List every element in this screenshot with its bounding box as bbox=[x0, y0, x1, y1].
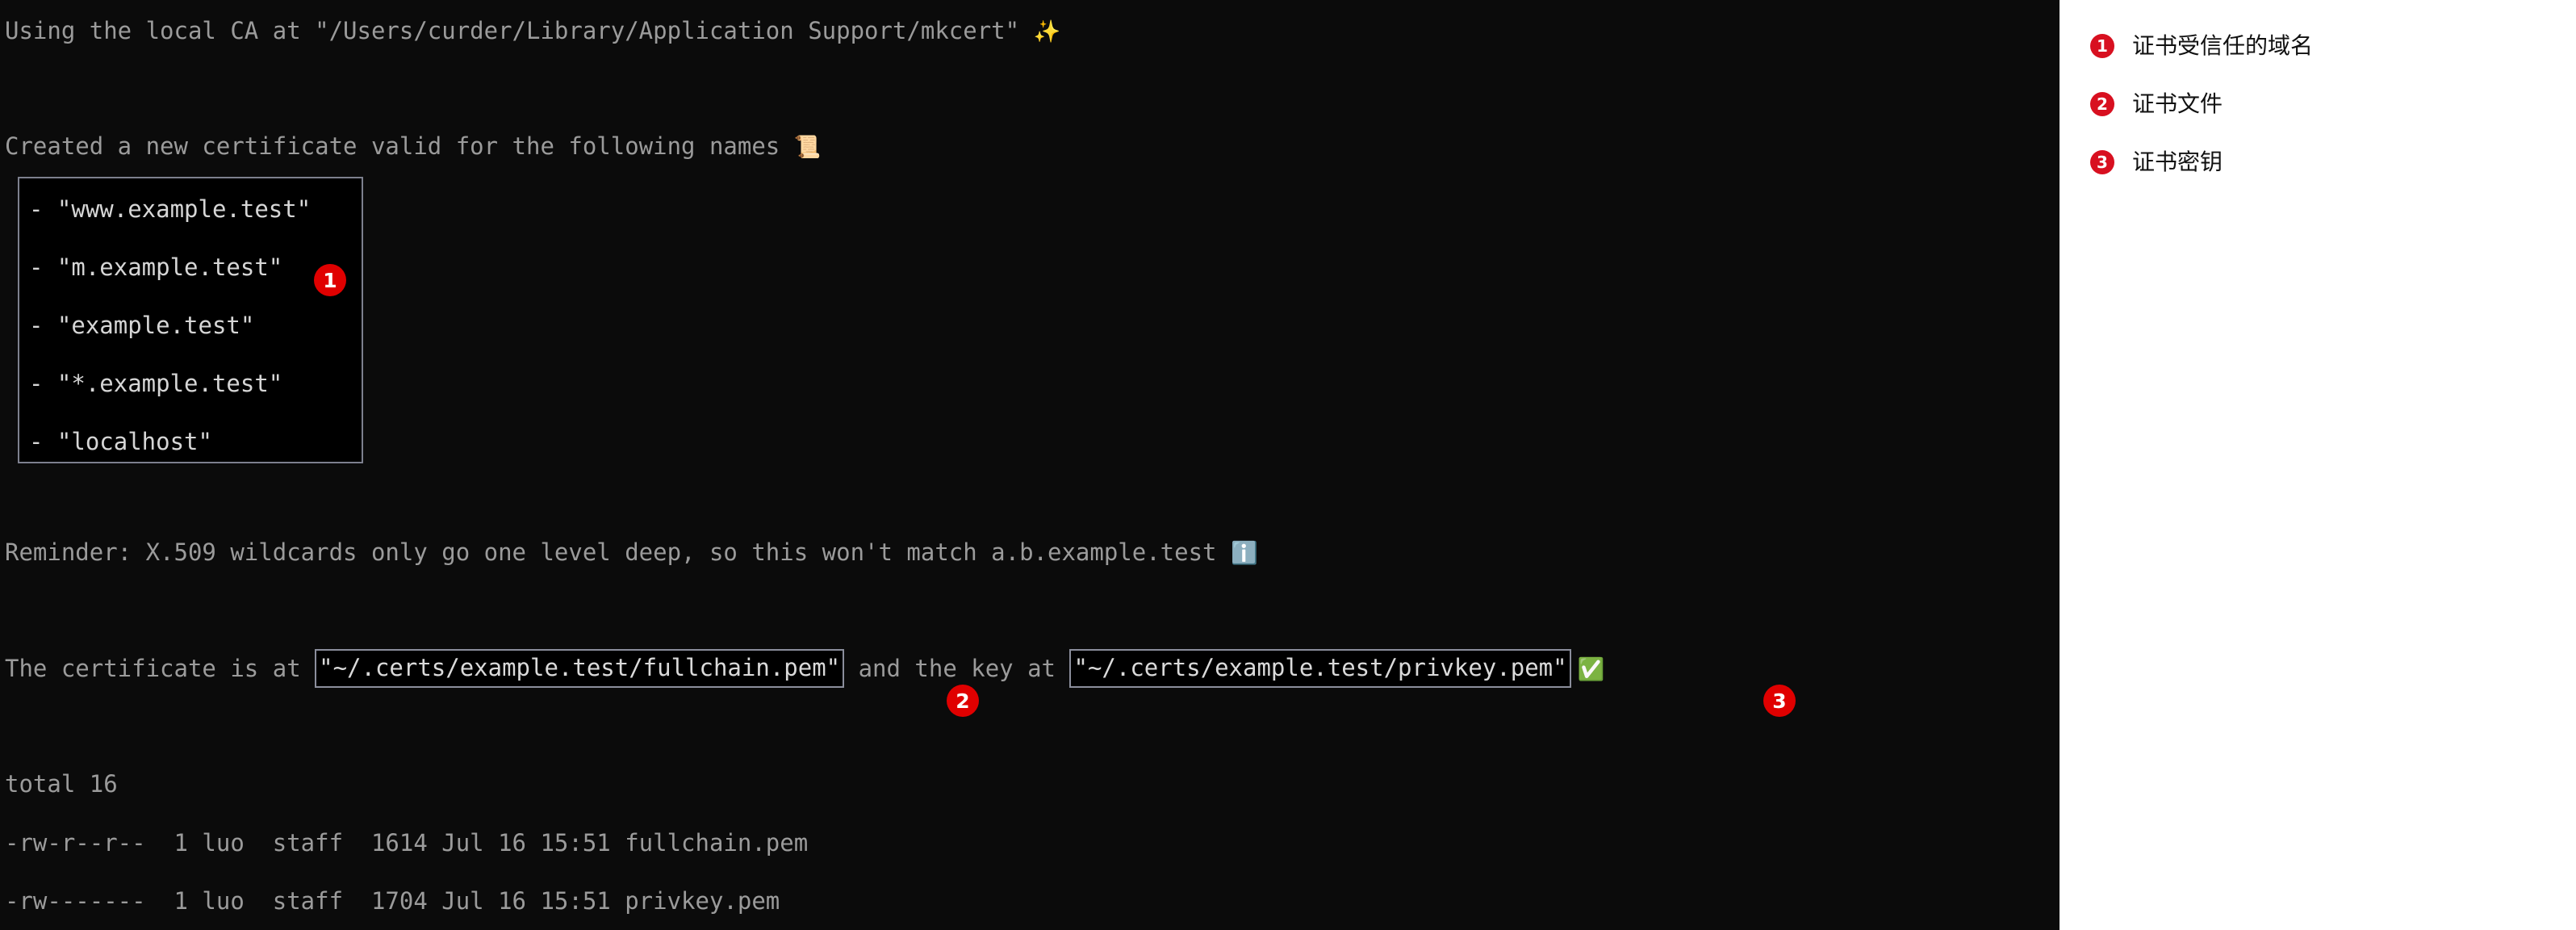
terminal-output-pane[interactable]: Using the local CA at "/Users/curder/Lib… bbox=[0, 0, 2060, 930]
created-certificate-text: Created a new certificate valid for the … bbox=[5, 132, 794, 160]
legend-label-2: 证书文件 bbox=[2132, 90, 2223, 117]
san-list-item: - "m.example.test" bbox=[29, 253, 283, 281]
information-icon: ℹ️ bbox=[1230, 541, 1258, 566]
and-the-key-at-label: and the key at bbox=[844, 655, 1070, 682]
sparkles-icon: ✨ bbox=[1033, 19, 1061, 44]
annotation-badge-3: 3 bbox=[1763, 685, 1796, 717]
terminal-line-certificate-paths: The certificate is at "~/.certs/example.… bbox=[5, 649, 1605, 689]
legend-item-2[interactable]: 2 证书文件 bbox=[2090, 92, 2223, 116]
legend-badge-1: 1 bbox=[2090, 34, 2114, 58]
certificate-path-highlight[interactable]: "~/.certs/example.test/fullchain.pem" bbox=[315, 649, 845, 688]
legend-item-1[interactable]: 1 证书受信任的域名 bbox=[2090, 34, 2313, 58]
legend-label-3: 证书密钥 bbox=[2132, 149, 2223, 175]
terminal-line-ls-privkey: -rw------- 1 luo staff 1704 Jul 16 15:51… bbox=[5, 887, 780, 915]
certificate-is-at-label: The certificate is at bbox=[5, 655, 316, 682]
reminder-text: Reminder: X.509 wildcards only go one le… bbox=[5, 538, 1231, 566]
legend-item-3[interactable]: 3 证书密钥 bbox=[2090, 150, 2223, 174]
san-list-item: - "*.example.test" bbox=[29, 370, 283, 397]
terminal-line-created-certificate: Created a new certificate valid for the … bbox=[5, 132, 821, 162]
terminal-line-ls-fullchain: -rw-r--r-- 1 luo staff 1614 Jul 16 15:51… bbox=[5, 829, 809, 857]
terminal-line-local-ca: Using the local CA at "/Users/curder/Lib… bbox=[5, 16, 1060, 47]
san-names-highlight-box: - "www.example.test" - "m.example.test" … bbox=[18, 177, 363, 463]
san-list-item: - "localhost" bbox=[29, 428, 212, 455]
terminal-line-total: total 16 bbox=[5, 770, 118, 798]
screenshot-root: Using the local CA at "/Users/curder/Lib… bbox=[0, 0, 2576, 930]
scroll-icon: 📜 bbox=[793, 135, 822, 160]
san-list-item: - "www.example.test" bbox=[29, 195, 312, 223]
annotation-badge-1: 1 bbox=[314, 264, 346, 296]
legend-badge-3: 3 bbox=[2090, 150, 2114, 174]
annotation-legend-sidebar: 1 证书受信任的域名 2 证书文件 3 证书密钥 bbox=[2060, 0, 2576, 930]
san-list-item: - "example.test" bbox=[29, 312, 255, 339]
legend-badge-2: 2 bbox=[2090, 92, 2114, 116]
key-path-highlight[interactable]: "~/.certs/example.test/privkey.pem" bbox=[1069, 649, 1571, 688]
local-ca-text: Using the local CA at "/Users/curder/Lib… bbox=[5, 17, 1034, 44]
terminal-line-reminder: Reminder: X.509 wildcards only go one le… bbox=[5, 538, 1258, 568]
legend-label-1: 证书受信任的域名 bbox=[2132, 32, 2314, 59]
check-mark-icon: ✅ bbox=[1577, 657, 1605, 682]
annotation-badge-2: 2 bbox=[947, 685, 979, 717]
